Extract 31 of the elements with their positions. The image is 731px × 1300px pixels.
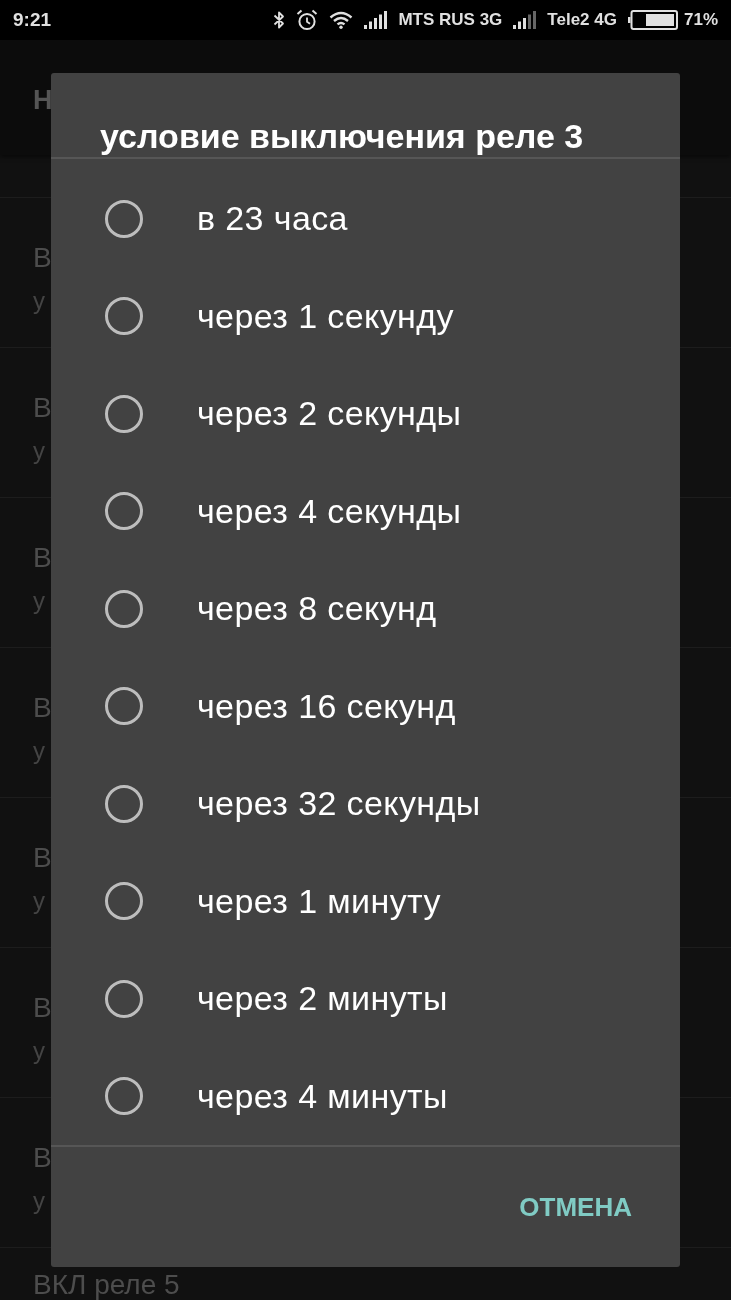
alarm-clock-icon bbox=[296, 9, 319, 31]
bluetooth-icon bbox=[273, 10, 286, 30]
row-title: ВКЛ реле 5 bbox=[33, 1268, 180, 1300]
signal-bars-icon bbox=[364, 11, 388, 29]
row-title: В bbox=[33, 541, 52, 575]
row-title: В bbox=[33, 1141, 52, 1175]
wifi-icon bbox=[329, 11, 354, 29]
row-title: В bbox=[33, 241, 52, 275]
radio-option[interactable]: через 32 секунды bbox=[51, 755, 680, 853]
row-title: В bbox=[33, 841, 52, 875]
radio-option[interactable]: в 23 часа bbox=[51, 170, 680, 268]
radio-option[interactable]: через 4 секунды bbox=[51, 462, 680, 560]
carrier-name: MTS RUS 3G bbox=[398, 10, 503, 30]
radio-option[interactable]: через 2 минуты bbox=[51, 950, 680, 1048]
radio-option[interactable]: через 16 секунд bbox=[51, 657, 680, 755]
radio-option[interactable]: через 1 минуту bbox=[51, 852, 680, 950]
radio-option[interactable]: через 4 минуты bbox=[51, 1047, 680, 1145]
battery-percent: 71% bbox=[683, 10, 718, 30]
radio-option[interactable]: через 8 секунд bbox=[51, 560, 680, 658]
signal-bars-icon bbox=[513, 11, 537, 29]
radio-option[interactable]: через 1 секунду bbox=[51, 267, 680, 365]
cancel-button[interactable]: ОТМЕНА bbox=[511, 1183, 640, 1231]
radio-option[interactable]: через 2 секунды bbox=[51, 365, 680, 463]
row-title: В bbox=[33, 391, 52, 425]
app-title: Н bbox=[33, 85, 53, 116]
row-title: В bbox=[33, 691, 52, 725]
row-title: В bbox=[33, 991, 52, 1025]
carrier-name: Tele2 4G bbox=[547, 10, 617, 30]
dialog-title: условие выключения реле 3 bbox=[100, 117, 584, 156]
clock-time: 9:21 bbox=[13, 9, 52, 31]
battery-icon bbox=[627, 10, 678, 30]
